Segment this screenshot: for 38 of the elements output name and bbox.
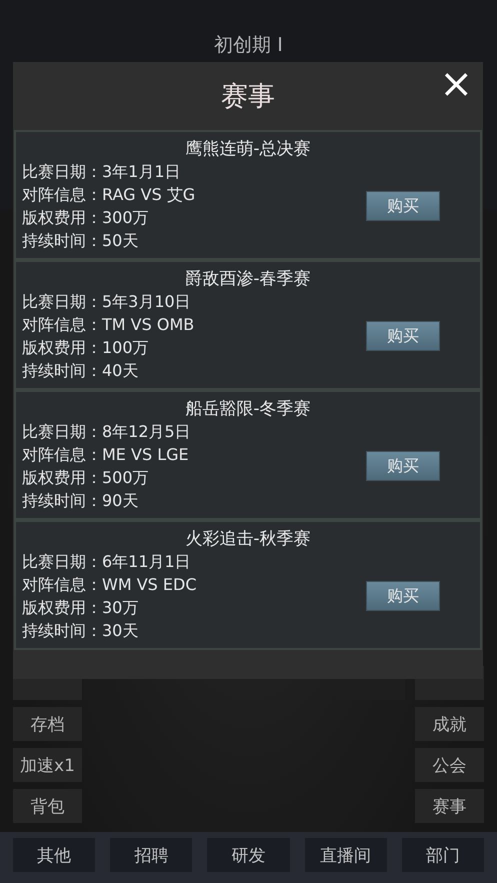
- nav-button[interactable]: 其他: [13, 838, 96, 872]
- event-detail: 对阵信息：ME VS LGE: [22, 444, 190, 466]
- nav-button[interactable]: 招聘: [110, 838, 192, 872]
- buy-button[interactable]: 购买: [366, 581, 440, 611]
- event-detail: 版权费用：500万: [22, 467, 150, 489]
- event-detail: 比赛日期：5年3月10日: [22, 291, 192, 313]
- side-menu-button[interactable]: 赛事: [415, 789, 484, 823]
- event-detail: 版权费用：100万: [22, 337, 150, 359]
- nav-button[interactable]: 部门: [402, 838, 484, 872]
- event-detail: 持续时间：90天: [22, 490, 140, 512]
- dialog-title: 赛事: [221, 80, 275, 114]
- side-menu-button[interactable]: 公会: [415, 748, 484, 782]
- event-detail: 比赛日期：8年12月5日: [22, 421, 191, 443]
- side-menu-button[interactable]: 背包: [13, 789, 82, 823]
- side-menu-button[interactable]: 成就: [415, 707, 484, 741]
- event-title: 爵敌酉渗-春季赛: [185, 268, 311, 290]
- side-menu-button[interactable]: 加速x1: [13, 748, 82, 782]
- side-menu-button[interactable]: 存档: [13, 707, 82, 741]
- event-title: 船岳豁限-冬季赛: [185, 398, 311, 420]
- event-detail: 对阵信息：TM VS OMB: [22, 314, 194, 336]
- event-detail: 版权费用：30万: [22, 597, 140, 619]
- event-detail: 比赛日期：6年11月1日: [22, 551, 192, 573]
- event-detail: 持续时间：50天: [22, 230, 140, 252]
- event-detail: 持续时间：30天: [22, 620, 140, 642]
- event-detail: 版权费用：300万: [22, 207, 150, 229]
- nav-button[interactable]: 研发: [207, 838, 290, 872]
- event-detail: 持续时间：40天: [22, 360, 140, 382]
- event-detail: 对阵信息：WM VS EDC: [22, 574, 196, 596]
- event-title: 火彩追击-秋季赛: [185, 528, 311, 550]
- event-title: 鹰熊连萌-总决赛: [185, 138, 311, 160]
- stage-title: 初创期 I: [214, 33, 283, 58]
- buy-button[interactable]: 购买: [366, 191, 440, 221]
- event-detail: 对阵信息：RAG VS 艾G: [22, 184, 196, 206]
- nav-button[interactable]: 直播间: [304, 838, 387, 872]
- close-button[interactable]: ×: [435, 64, 477, 104]
- buy-button[interactable]: 购买: [366, 321, 440, 351]
- buy-button[interactable]: 购买: [366, 451, 440, 481]
- event-detail: 比赛日期：3年1月1日: [22, 161, 182, 183]
